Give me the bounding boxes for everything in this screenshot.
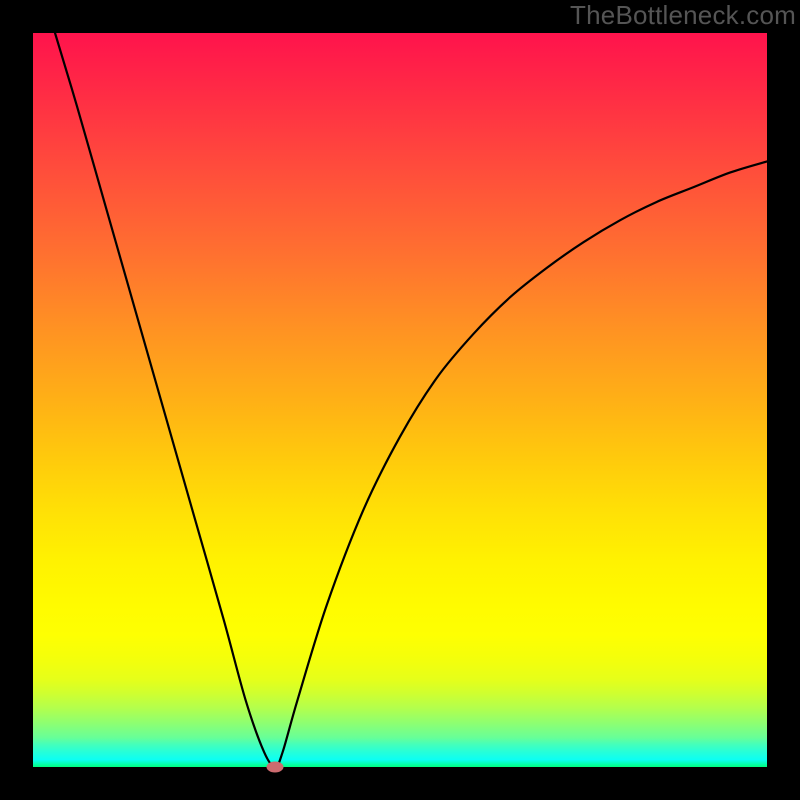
minimum-marker xyxy=(267,762,284,773)
curve-svg xyxy=(33,33,767,767)
watermark-text: TheBottleneck.com xyxy=(570,0,796,31)
plot-area xyxy=(33,33,767,767)
chart-container: TheBottleneck.com xyxy=(0,0,800,800)
bottleneck-curve xyxy=(55,33,767,767)
